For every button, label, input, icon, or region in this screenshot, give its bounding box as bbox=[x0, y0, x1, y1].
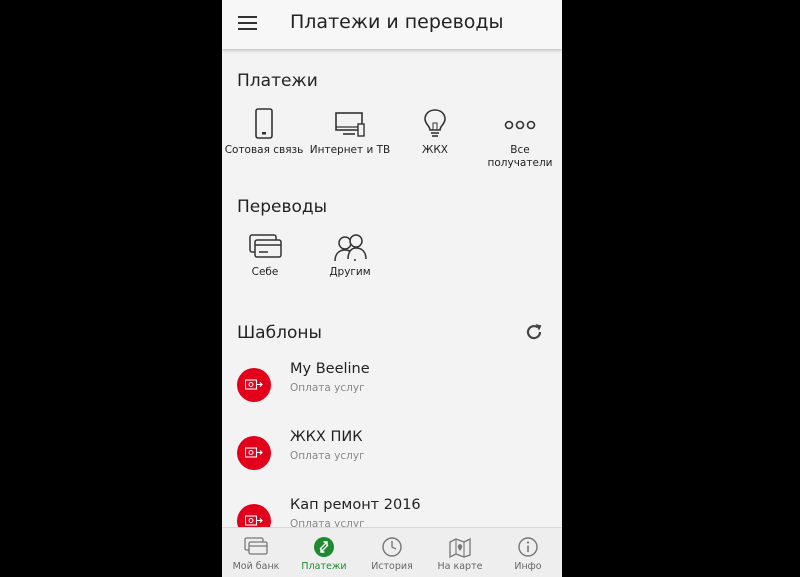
tv-monitor-icon bbox=[335, 112, 365, 137]
hamburger-menu-icon[interactable] bbox=[238, 14, 258, 32]
template-item[interactable]: ЖКХ ПИК Оплата услуг bbox=[222, 429, 562, 498]
nav-info[interactable]: Инфо bbox=[494, 528, 562, 577]
template-subtitle: Оплата услуг bbox=[290, 382, 365, 394]
main-content[interactable]: Платежи Сотовая связь Интернет и ТВ ЖКХ … bbox=[222, 49, 562, 527]
app-bar: Платежи и переводы bbox=[222, 0, 562, 49]
more-dots-icon bbox=[504, 120, 536, 130]
map-pin-icon bbox=[449, 537, 471, 558]
cards-icon bbox=[249, 234, 282, 258]
phone-screen: Платежи и переводы Платежи Сотовая связь… bbox=[222, 0, 562, 577]
nav-map-label: На карте bbox=[437, 561, 483, 572]
template-item[interactable]: Кап ремонт 2016 Оплата услуг bbox=[222, 497, 562, 527]
payment-utilities-label: ЖКХ bbox=[422, 144, 448, 156]
payments-section-title: Платежи bbox=[237, 71, 318, 91]
templates-section-title: Шаблоны bbox=[237, 323, 322, 343]
nav-map[interactable]: На карте bbox=[426, 528, 494, 577]
payment-utilities-tile[interactable]: ЖКХ bbox=[400, 107, 470, 157]
payment-internet-tv-label: Интернет и ТВ bbox=[309, 144, 391, 156]
payment-mobile-tile[interactable]: Сотовая связь bbox=[224, 107, 304, 157]
light-bulb-icon bbox=[424, 109, 446, 137]
page-title: Платежи и переводы bbox=[290, 11, 504, 33]
template-subtitle: Оплата услуг bbox=[290, 450, 365, 462]
refresh-icon[interactable] bbox=[524, 322, 544, 342]
nav-history[interactable]: История bbox=[358, 528, 426, 577]
transfer-self-tile[interactable]: Себе bbox=[237, 231, 293, 279]
transfer-others-label: Другим bbox=[329, 266, 371, 278]
payment-all-recipients-tile[interactable]: Все получатели bbox=[480, 107, 560, 169]
payment-template-icon bbox=[237, 436, 271, 470]
template-name: My Beeline bbox=[290, 361, 370, 377]
nav-my-bank[interactable]: Мой банк bbox=[222, 528, 290, 577]
transfer-others-tile[interactable]: Другим bbox=[320, 231, 380, 279]
people-icon bbox=[334, 234, 367, 262]
template-name: ЖКХ ПИК bbox=[290, 429, 363, 445]
bottom-navigation: Мой банк Платежи История На карте Инфо bbox=[222, 527, 562, 577]
payment-all-recipients-label: Все получатели bbox=[487, 144, 553, 169]
payment-mobile-label: Сотовая связь bbox=[224, 144, 304, 156]
template-subtitle: Оплата услуг bbox=[290, 518, 365, 527]
template-name: Кап ремонт 2016 bbox=[290, 497, 421, 513]
clock-icon bbox=[382, 537, 402, 557]
transfers-section-title: Переводы bbox=[237, 197, 328, 217]
payment-template-icon bbox=[237, 368, 271, 402]
transfer-arrows-icon bbox=[314, 537, 334, 557]
template-item[interactable]: My Beeline Оплата услуг bbox=[222, 361, 562, 430]
nav-my-bank-label: Мой банк bbox=[232, 561, 280, 572]
mobile-phone-icon bbox=[255, 108, 273, 139]
nav-info-label: Инфо bbox=[514, 561, 542, 572]
payment-template-icon bbox=[237, 504, 271, 527]
cards-icon bbox=[244, 537, 268, 555]
nav-payments[interactable]: Платежи bbox=[290, 528, 358, 577]
transfer-self-label: Себе bbox=[251, 266, 279, 278]
info-icon bbox=[518, 537, 538, 557]
nav-history-label: История bbox=[371, 561, 413, 572]
nav-payments-label: Платежи bbox=[301, 561, 347, 572]
payment-internet-tv-tile[interactable]: Интернет и ТВ bbox=[308, 107, 392, 157]
